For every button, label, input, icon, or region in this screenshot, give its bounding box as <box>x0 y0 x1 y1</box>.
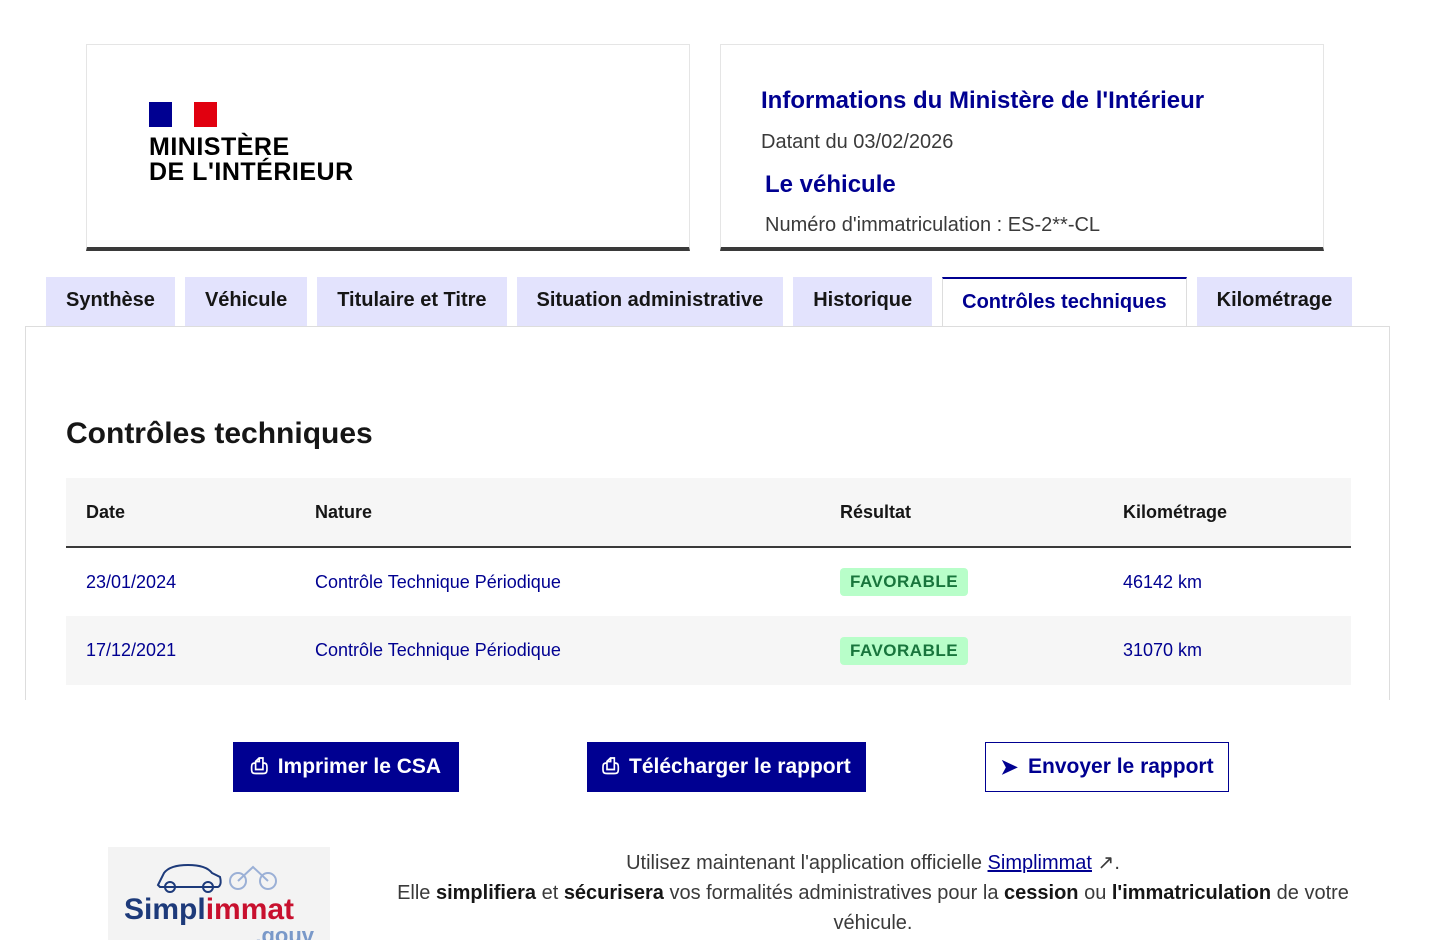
tab-panel: Contrôles techniques Date Nature Résulta… <box>25 326 1390 700</box>
gouv-text: .gouv <box>255 923 314 940</box>
table-row: 23/01/2024 Contrôle Technique Périodique… <box>66 547 1351 616</box>
simplimmat-logo-text: Simplimmat <box>124 893 295 926</box>
col-date: Date <box>66 478 295 548</box>
ministry-logo-card: MINISTÈRE DE L'INTÉRIEUR <box>86 44 690 251</box>
controls-table: Date Nature Résultat Kilométrage 23/01/2… <box>66 478 1351 685</box>
send-report-button[interactable]: ➤ Envoyer le rapport <box>985 742 1229 792</box>
cell-km: 46142 km <box>1123 571 1203 592</box>
tab-kilometrage[interactable]: Kilométrage <box>1196 277 1353 326</box>
info-title: Informations du Ministère de l'Intérieur <box>761 87 1205 114</box>
marianne-flag-icon <box>149 102 218 127</box>
plate-number: Numéro d'immatriculation : ES-2**-CL <box>765 214 1101 236</box>
tab-controles[interactable]: Contrôles techniques <box>942 277 1187 327</box>
printer-icon: ⎙ <box>602 755 620 778</box>
vehicle-title: Le véhicule <box>765 171 896 198</box>
cell-nature: Contrôle Technique Périodique <box>295 616 820 685</box>
cell-date: 17/12/2021 <box>66 616 295 685</box>
col-nature: Nature <box>295 478 820 548</box>
download-report-button[interactable]: ⎙ Télécharger le rapport <box>587 742 866 792</box>
print-csa-button[interactable]: ⎙ Imprimer le CSA <box>233 742 459 792</box>
tab-historique[interactable]: Historique <box>793 277 933 326</box>
send-label: Envoyer le rapport <box>1028 755 1214 778</box>
simplimmat-logo[interactable]: Simplimmat .gouv <box>108 847 330 940</box>
status-badge: FAVORABLE <box>840 568 969 596</box>
info-card: Informations du Ministère de l'Intérieur… <box>720 44 1324 251</box>
cell-nature: Contrôle Technique Périodique <box>315 571 561 592</box>
print-label: Imprimer le CSA <box>277 755 442 778</box>
tab-situation[interactable]: Situation administrative <box>516 277 784 326</box>
download-label: Télécharger le rapport <box>629 755 851 778</box>
ministry-logo-text: MINISTÈRE DE L'INTÉRIEUR <box>149 133 354 186</box>
info-date: Datant du 03/02/2026 <box>761 131 954 153</box>
external-link-icon: ↗ <box>1097 852 1115 874</box>
footer-text: Utilisez maintenant l'application offici… <box>397 852 1349 934</box>
status-badge: FAVORABLE <box>840 636 969 665</box>
send-arrow-icon: ➤ <box>1000 755 1019 779</box>
tab-synthese[interactable]: Synthèse <box>46 277 175 326</box>
printer-icon: ⎙ <box>250 755 268 778</box>
tab-vehicule[interactable]: Véhicule <box>184 277 308 326</box>
simplimmat-link[interactable]: Simplimmat <box>988 852 1092 874</box>
table-row: 17/12/2021 Contrôle Technique Périodique… <box>66 616 1351 685</box>
tab-bar: Synthèse Véhicule Titulaire et Titre Sit… <box>46 277 1353 327</box>
cell-date: 23/01/2024 <box>86 571 177 592</box>
section-title: Contrôles techniques <box>66 417 373 450</box>
col-km: Kilométrage <box>1103 478 1351 548</box>
col-result: Résultat <box>820 478 1103 548</box>
cell-km: 31070 km <box>1103 616 1351 685</box>
car-moto-icon <box>156 863 277 893</box>
tab-titulaire[interactable]: Titulaire et Titre <box>317 277 507 326</box>
